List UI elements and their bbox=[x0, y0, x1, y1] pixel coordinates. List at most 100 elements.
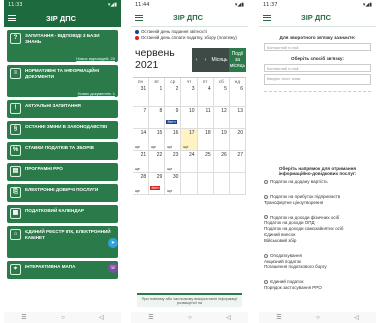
day-number: 13 bbox=[237, 107, 243, 114]
more-events-label[interactable]: ще bbox=[135, 145, 140, 149]
calendar-day[interactable]: 17 ще bbox=[181, 128, 198, 151]
prev-month-button[interactable]: ‹ bbox=[192, 47, 201, 72]
calendar-day[interactable]: 29 Звітн bbox=[149, 172, 166, 195]
calendar-day[interactable]: 11 bbox=[197, 106, 214, 129]
calendar-day[interactable]: 6 bbox=[229, 84, 246, 107]
calendar-day[interactable]: 10 bbox=[181, 106, 198, 129]
next-month-button[interactable]: › bbox=[201, 47, 210, 72]
topic-label: Податок на прибуток підприємств bbox=[270, 193, 341, 199]
calendar-day[interactable]: 26 bbox=[213, 150, 230, 173]
calendar-day[interactable]: 21 ще bbox=[133, 150, 150, 173]
contact-field[interactable]: Контактний e-mail bbox=[264, 64, 371, 72]
calendar-day[interactable]: 8 bbox=[149, 106, 166, 129]
calendar-day[interactable]: 5 bbox=[213, 84, 230, 107]
menu-item[interactable]: % СТАВКИ ПОДАТКІВ ТА ЗБОРІВ bbox=[7, 142, 118, 160]
calendar-day[interactable]: 13 bbox=[229, 106, 246, 129]
menu-item-label: ІНТЕРАКТИВНА МАПА bbox=[25, 264, 76, 269]
menu-item[interactable]: ▤ ПРОГРАМНІ РРО bbox=[7, 163, 118, 181]
divider bbox=[264, 91, 371, 161]
calendar-day[interactable]: 16 ще bbox=[165, 128, 182, 151]
telegram-icon[interactable]: ➤ bbox=[108, 238, 118, 248]
month-view-button[interactable]: Місяць bbox=[210, 47, 229, 72]
footer-info: При повному або частковому використанні … bbox=[137, 293, 242, 307]
more-events-label[interactable]: ще bbox=[167, 167, 172, 171]
calendar-day[interactable]: 4 bbox=[197, 84, 214, 107]
events-of-month-button[interactable]: Події за місяць bbox=[229, 47, 246, 72]
topic-label: Податок на доходи фізичних осіб bbox=[270, 214, 340, 220]
more-events-label[interactable]: ще bbox=[167, 145, 172, 149]
day-number: 22 bbox=[156, 151, 163, 158]
day-number: 10 bbox=[189, 107, 195, 114]
hamburger-icon[interactable] bbox=[135, 13, 143, 22]
calendar-day[interactable]: 30 ще bbox=[165, 172, 182, 195]
back-icon[interactable]: ◁ bbox=[354, 314, 359, 321]
calendar-day[interactable]: 7 bbox=[133, 106, 150, 129]
home-icon[interactable]: ○ bbox=[188, 315, 192, 321]
day-number: 11 bbox=[205, 107, 211, 114]
day-number: 23 bbox=[172, 151, 179, 158]
back-icon[interactable]: ◁ bbox=[99, 314, 104, 321]
captcha-field[interactable]: Введіть текст зліва bbox=[264, 74, 371, 85]
recent-apps-icon[interactable]: ☰ bbox=[21, 314, 26, 321]
menu-item[interactable]: ? ЗАПИТАННЯ - ВІДПОВІДІ З БАЗИ ЗНАНЬ Нових… bbox=[7, 30, 118, 62]
calendar-day[interactable]: 15 ще bbox=[149, 128, 166, 151]
calendar-day[interactable]: 9 Звітн bbox=[165, 106, 182, 129]
calendar-day[interactable]: 31 bbox=[133, 84, 150, 107]
recent-apps-icon[interactable]: ☰ bbox=[148, 314, 153, 321]
more-events-label[interactable]: ще bbox=[135, 167, 140, 171]
menu-item[interactable]: ⌖ ІНТЕРАКТИВНА МАПА bbox=[7, 261, 118, 279]
calendar-day[interactable]: 22 bbox=[149, 150, 166, 173]
calendar-day[interactable]: 28 ще bbox=[133, 172, 150, 195]
calendar-day[interactable]: 3 bbox=[181, 84, 198, 107]
radio-button[interactable] bbox=[264, 179, 268, 184]
more-events-label[interactable]: ще bbox=[183, 145, 188, 149]
event-badge: Звітн bbox=[166, 119, 177, 124]
radio-button[interactable] bbox=[264, 215, 268, 220]
recent-apps-icon[interactable]: ☰ bbox=[276, 314, 281, 321]
status-time: 11:44 bbox=[135, 1, 150, 8]
day-number: 6 bbox=[240, 85, 243, 92]
calendar-day[interactable]: 23 ще bbox=[165, 150, 182, 173]
hamburger-icon[interactable] bbox=[263, 13, 271, 22]
calendar-day[interactable]: 24 bbox=[181, 150, 198, 173]
menu-item-counter[interactable]: Нових документів: 1 bbox=[78, 91, 115, 96]
menu-item[interactable]: ⎘ ЕЛЕКТРОННІ ДОВІРЧІ ПОСЛУГИ bbox=[7, 184, 118, 202]
menu-item-icon: ⌖ bbox=[10, 264, 21, 275]
back-icon[interactable]: ◁ bbox=[226, 314, 231, 321]
viber-icon[interactable]: ☏ bbox=[108, 263, 118, 273]
menu-item[interactable]: § ОСТАННІ ЗМІНИ В ЗАКОНОДАВСТВІ bbox=[7, 121, 118, 139]
calendar-day[interactable]: 20 bbox=[229, 128, 246, 151]
system-nav-bar: ☰ ○ ◁ bbox=[4, 312, 121, 323]
menu-item-icon: ≡ bbox=[10, 68, 21, 79]
menu-item-label: НОРМАТИВНІ ТА ІНФОРМАЦІЙНІ ДОКУМЕНТИ bbox=[25, 68, 99, 79]
hamburger-icon[interactable] bbox=[8, 14, 16, 23]
calendar-day[interactable]: 25 bbox=[197, 150, 214, 173]
menu-item[interactable]: ▦ ПОДАТКОВИЙ КАЛЕНДАР bbox=[7, 205, 118, 223]
calendar-day[interactable]: 14 ще bbox=[133, 128, 150, 151]
calendar-day[interactable]: 18 bbox=[197, 128, 214, 151]
more-events-label[interactable]: ще bbox=[135, 189, 140, 193]
home-icon[interactable]: ○ bbox=[61, 315, 65, 321]
status-time: 11:37 bbox=[263, 1, 278, 8]
radio-button[interactable] bbox=[264, 194, 268, 199]
menu-item[interactable]: ⌂ ЄДИНИЙ РЕЄСТР ІПК, ЕЛЕКТРОННИЙ КАБІНЕТ bbox=[7, 226, 118, 258]
day-number: 9 bbox=[175, 107, 179, 114]
more-events-label[interactable]: ще bbox=[167, 189, 172, 193]
calendar-day[interactable]: 19 bbox=[213, 128, 230, 151]
menu-item-counter[interactable]: Нових відповідей: 20 bbox=[76, 56, 115, 61]
calendar-day[interactable]: 2 bbox=[165, 84, 182, 107]
email-field[interactable]: Контактний e-mail bbox=[264, 43, 371, 51]
calendar-day[interactable]: 1 bbox=[149, 84, 166, 107]
topic-group: Податок на додану вартість bbox=[264, 179, 371, 185]
calendar-day[interactable]: 27 bbox=[229, 150, 246, 173]
topic-label: Податок на додану вартість bbox=[270, 179, 328, 184]
radio-button[interactable] bbox=[264, 280, 268, 285]
more-events-label[interactable]: ще bbox=[151, 145, 156, 149]
menu-item[interactable]: ≡ НОРМАТИВНІ ТА ІНФОРМАЦІЙНІ ДОКУМЕНТИ Нов… bbox=[7, 65, 118, 97]
calendar-day[interactable]: 12 bbox=[213, 106, 230, 129]
weekday-header: чт bbox=[181, 77, 198, 85]
menu-item[interactable]: ! АКТУАЛЬНІ ЗАПИТАННЯ bbox=[7, 100, 118, 118]
home-icon[interactable]: ○ bbox=[316, 315, 320, 321]
menu-item-icon: ⎘ bbox=[10, 187, 21, 198]
radio-button[interactable] bbox=[264, 253, 268, 258]
